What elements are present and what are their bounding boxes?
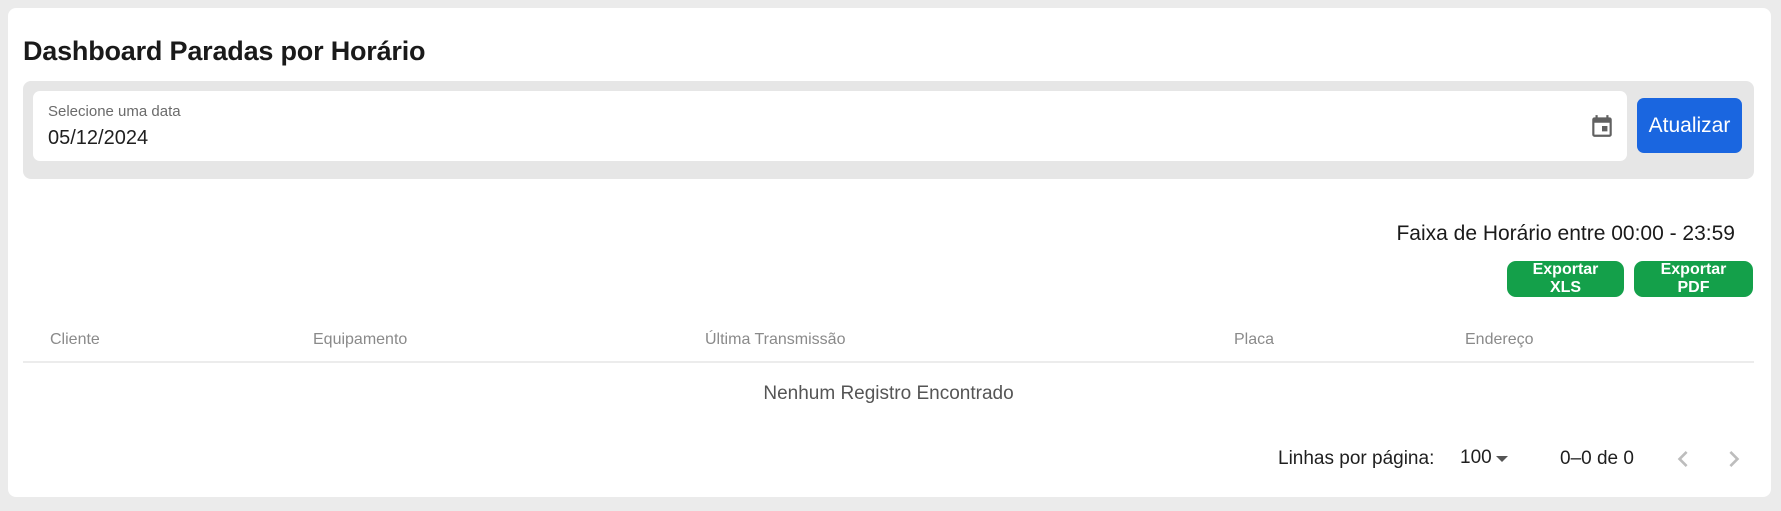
export-pdf-button[interactable]: Exportar PDF <box>1634 261 1753 297</box>
filter-bar: Selecione uma data Atualizar <box>23 81 1754 179</box>
column-header-placa[interactable]: Placa <box>1234 331 1274 349</box>
page-title: Dashboard Paradas por Horário <box>23 36 426 66</box>
date-field[interactable]: Selecione uma data <box>33 91 1627 161</box>
date-field-label: Selecione uma data <box>48 103 181 120</box>
rows-per-page-label: Linhas por página: <box>1278 448 1435 469</box>
empty-table-message: Nenhum Registro Encontrado <box>763 383 1014 404</box>
chevron-down-icon <box>1496 456 1508 462</box>
column-header-endereco[interactable]: Endereço <box>1465 331 1534 349</box>
rows-per-page-select[interactable]: 100 <box>1452 444 1512 474</box>
rows-per-page-value: 100 <box>1460 447 1492 468</box>
export-xls-button[interactable]: Exportar XLS <box>1507 261 1624 297</box>
date-input[interactable] <box>48 127 1548 150</box>
table-header: Cliente Equipamento Última Transmissão P… <box>23 321 1754 363</box>
dashboard-card: Dashboard Paradas por Horário Selecione … <box>8 8 1771 497</box>
column-header-cliente[interactable]: Cliente <box>50 331 100 349</box>
update-button[interactable]: Atualizar <box>1637 98 1742 153</box>
calendar-icon[interactable] <box>1589 113 1615 139</box>
column-header-equipamento[interactable]: Equipamento <box>313 331 407 349</box>
chevron-left-icon[interactable] <box>1667 443 1699 475</box>
column-header-ultima-transmissao[interactable]: Última Transmissão <box>705 331 845 349</box>
time-range-text: Faixa de Horário entre 00:00 - 23:59 <box>1396 222 1735 245</box>
chevron-right-icon[interactable] <box>1718 443 1750 475</box>
pagination-range: 0–0 de 0 <box>1560 448 1634 469</box>
